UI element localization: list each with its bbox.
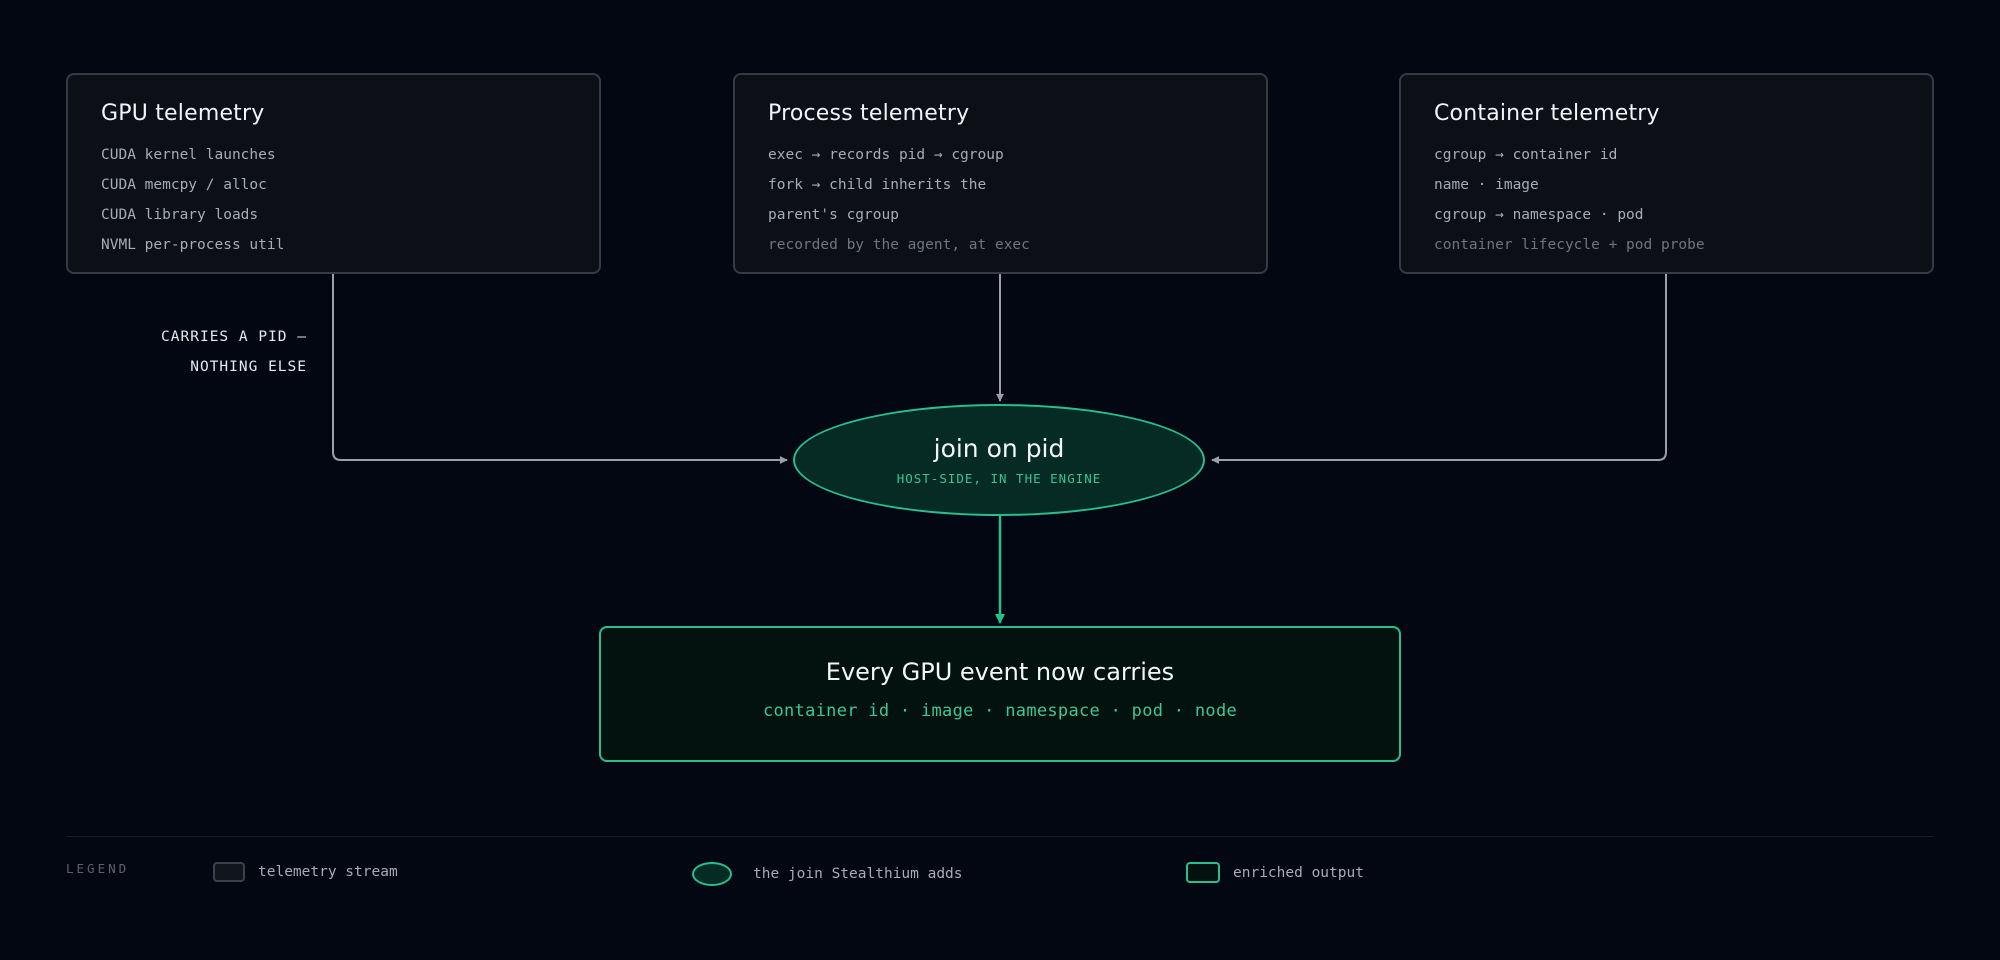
process-telemetry-line: exec → records pid → cgroup <box>768 147 1004 163</box>
container-telemetry-line: cgroup → namespace · pod <box>1434 207 1644 223</box>
gpu-edge-label-line: CARRIES A PID — <box>161 329 307 345</box>
output-title: Every GPU event now carries <box>825 658 1175 686</box>
legend-item-output: enriched output <box>1186 862 1364 883</box>
gpu-edge-label: CARRIES A PID — NOTHING ELSE <box>161 322 307 382</box>
gpu-telemetry-line: CUDA memcpy / alloc <box>101 177 267 193</box>
legend-item-telemetry: telemetry stream <box>213 862 398 882</box>
process-telemetry-box: Process telemetry exec → records pid → c… <box>733 73 1268 274</box>
legend-item-label: enriched output <box>1233 864 1364 881</box>
gpu-edge-label-line: NOTHING ELSE <box>190 359 307 375</box>
container-to-join-wire <box>1211 274 1667 464</box>
gpu-telemetry-title: GPU telemetry <box>101 101 265 126</box>
process-telemetry-note: recorded by the agent, at exec <box>768 237 1030 253</box>
join-title: join on pid <box>933 434 1065 463</box>
enriched-output-swatch-icon <box>1186 862 1220 883</box>
enriched-output-box: Every GPU event now carries container id… <box>599 626 1401 762</box>
join-subtitle: HOST-SIDE, IN THE ENGINE <box>896 471 1102 486</box>
gpu-telemetry-line: NVML per-process util <box>101 237 285 253</box>
gpu-telemetry-box: GPU telemetry CUDA kernel launches CUDA … <box>66 73 601 274</box>
join-ellipse-swatch-icon <box>692 862 732 886</box>
gpu-telemetry-line: CUDA kernel launches <box>101 147 276 163</box>
legend-item-label: telemetry stream <box>258 864 398 880</box>
legend-title: LEGEND <box>66 861 130 876</box>
container-telemetry-box: Container telemetry cgroup → container i… <box>1399 73 1934 274</box>
telemetry-stream-swatch-icon <box>213 862 245 882</box>
output-fields: container id · image · namespace · pod ·… <box>762 701 1238 721</box>
join-node: join on pid HOST-SIDE, IN THE ENGINE <box>793 404 1205 516</box>
container-telemetry-title: Container telemetry <box>1434 101 1660 126</box>
gpu-to-join-wire <box>332 274 788 464</box>
process-telemetry-line: parent's cgroup <box>768 207 899 223</box>
process-telemetry-line: fork → child inherits the <box>768 177 987 193</box>
legend-item-label: the join Stealthium adds <box>753 866 963 882</box>
container-telemetry-line: cgroup → container id <box>1434 147 1618 163</box>
process-telemetry-title: Process telemetry <box>768 101 970 126</box>
legend-item-join: the join Stealthium adds <box>692 862 963 886</box>
gpu-telemetry-line: CUDA library loads <box>101 207 259 223</box>
legend-divider <box>66 836 1934 837</box>
container-telemetry-note: container lifecycle + pod probe <box>1434 237 1705 253</box>
container-telemetry-line: name · image <box>1434 177 1539 193</box>
